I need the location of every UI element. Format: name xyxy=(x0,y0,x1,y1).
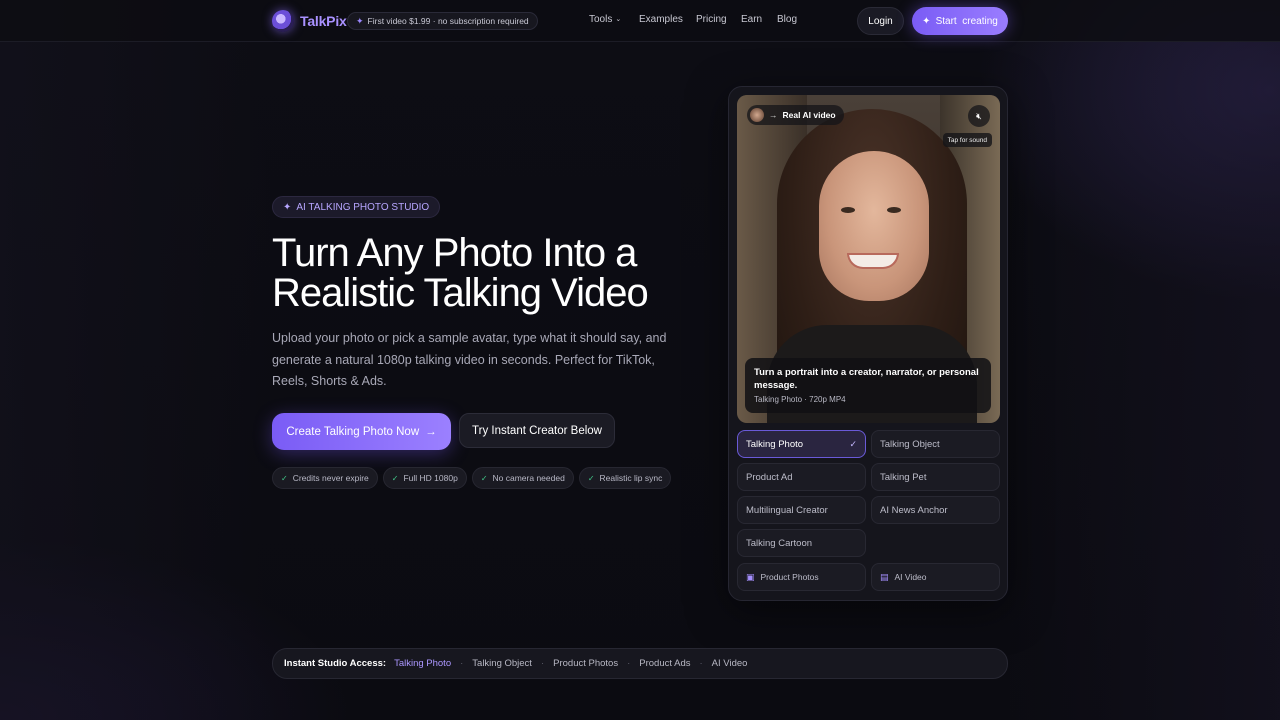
portrait-smile xyxy=(847,253,899,269)
video-tag: → Real AI video xyxy=(747,105,844,125)
portrait-eye xyxy=(841,207,855,213)
link-product-photos[interactable]: ▣ Product Photos xyxy=(737,563,866,591)
feature-label: No camera needed xyxy=(492,473,565,483)
avatar xyxy=(750,108,764,122)
video-caption-meta: Talking Photo · 720p MP4 xyxy=(754,395,846,404)
logo[interactable]: TalkPix xyxy=(272,10,347,32)
hero-title-line1: Turn Any Photo Into a xyxy=(272,231,637,275)
hero-subtitle: Upload your photo or pick a sample avata… xyxy=(272,331,667,388)
feature-chip: ✓ No camera needed xyxy=(471,467,574,489)
speaker-muted-icon: 🔇︎ xyxy=(976,110,982,121)
hero-badge-label: AI TALKING PHOTO STUDIO xyxy=(296,201,430,213)
access-link-talking-photo[interactable]: Talking Photo xyxy=(394,658,451,669)
option-multilingual-creator[interactable]: Multilingual Creator xyxy=(737,496,866,524)
try-instant-creator-button[interactable]: Try Instant Creator Below xyxy=(459,413,615,448)
feature-label: Credits never expire xyxy=(292,473,369,483)
start-creating-button[interactable]: ✦ Start creating xyxy=(912,7,1008,35)
access-link-talking-object[interactable]: Talking Object xyxy=(472,658,532,669)
logo-text: TalkPix xyxy=(300,13,347,29)
site-header: TalkPix ✦ First video $1.99 · no subscri… xyxy=(0,0,1280,42)
create-talking-photo-label: Create Talking Photo Now xyxy=(286,425,420,438)
access-bar-label: Instant Studio Access: xyxy=(284,658,387,669)
arrow-right-icon: → xyxy=(769,110,778,120)
sparkle-icon: ✦ xyxy=(356,15,364,26)
separator-dot: · xyxy=(627,658,631,669)
check-icon: ✓ xyxy=(587,473,595,483)
feature-chip: ✓ Credits never expire xyxy=(272,467,378,489)
nav-tools[interactable]: Tools ⌄ xyxy=(589,14,621,25)
feature-list: ✓ Credits never expire ✓ Full HD 1080p ✓ No… xyxy=(272,467,672,489)
nav-examples[interactable]: Examples xyxy=(639,14,683,25)
mute-toggle-button[interactable]: 🔇︎ xyxy=(968,105,990,127)
access-link-product-photos[interactable]: Product Photos xyxy=(553,658,618,669)
option-label: Talking Photo xyxy=(746,438,804,450)
link-ai-video[interactable]: ▤ AI Video xyxy=(871,563,1000,591)
video-clip-icon: ▤ xyxy=(880,571,889,582)
nav-pricing[interactable]: Pricing xyxy=(696,14,727,25)
check-icon: ✓ xyxy=(480,473,488,483)
separator-dot: · xyxy=(460,658,464,669)
image-gallery-icon: ▣ xyxy=(746,571,755,582)
portrait-face xyxy=(819,151,929,301)
hero-badge: ✦ AI TALKING PHOTO STUDIO xyxy=(272,196,441,218)
background-band-right xyxy=(1008,0,1280,720)
video-caption: Turn a portrait into a creator, narrator… xyxy=(745,358,991,413)
feature-label: Full HD 1080p xyxy=(403,473,458,483)
demo-video[interactable]: → Real AI video 🔇︎ Tap for sound Turn a … xyxy=(737,95,1000,423)
create-talking-photo-button[interactable]: Create Talking Photo Now → xyxy=(272,413,451,450)
login-button[interactable]: Login xyxy=(857,7,904,35)
logo-icon xyxy=(272,10,294,32)
nav-earn[interactable]: Earn xyxy=(741,14,762,25)
option-talking-cartoon[interactable]: Talking Cartoon xyxy=(737,529,866,557)
video-caption-title: Turn a portrait into a creator, narrator… xyxy=(754,367,979,391)
option-ai-news-anchor[interactable]: AI News Anchor xyxy=(871,496,1000,524)
sparkle-icon: ✦ xyxy=(922,15,931,27)
video-tag-label: Real AI video xyxy=(782,110,836,120)
sparkle-icon: ✦ xyxy=(283,201,292,213)
hero-title: Turn Any Photo Into a Realistic Talking … xyxy=(272,233,712,313)
tap-for-sound-hint: Tap for sound xyxy=(942,133,992,147)
feature-label: Realistic lip sync xyxy=(599,473,663,483)
feature-chip: ✓ Full HD 1080p xyxy=(382,467,467,489)
separator-dot: · xyxy=(699,658,703,669)
promo-pill: ✦ First video $1.99 · no subscription re… xyxy=(347,12,538,30)
link-label: AI Video xyxy=(894,572,927,582)
creator-card: → Real AI video 🔇︎ Tap for sound Turn a … xyxy=(728,86,1008,601)
instant-studio-access-bar: Instant Studio Access: Talking Photo · T… xyxy=(272,648,1008,679)
arrow-right-icon: → xyxy=(425,425,437,438)
check-icon: ✓ xyxy=(391,473,399,483)
option-talking-pet[interactable]: Talking Pet xyxy=(871,463,1000,491)
nav-tools-label: Tools xyxy=(589,14,613,25)
chevron-down-icon: ⌄ xyxy=(615,16,622,23)
check-icon: ✓ xyxy=(281,473,288,483)
start-creating-label: Start creating xyxy=(935,15,998,27)
access-link-product-ads[interactable]: Product Ads xyxy=(639,658,690,669)
hero-title-line2: Realistic Talking Video xyxy=(272,271,649,315)
link-label: Product Photos xyxy=(760,572,819,582)
option-product-ad[interactable]: Product Ad xyxy=(737,463,866,491)
check-icon: ✓ xyxy=(849,438,857,449)
option-talking-object[interactable]: Talking Object xyxy=(871,430,1000,458)
promo-text: First video $1.99 · no subscription requ… xyxy=(367,16,529,26)
separator-dot: · xyxy=(540,658,545,669)
feature-chip: ✓ Realistic lip sync xyxy=(578,467,672,489)
portrait-eye xyxy=(887,207,901,213)
background-band-left xyxy=(0,0,272,720)
option-talking-photo[interactable]: Talking Photo ✓ xyxy=(737,430,866,458)
nav-blog[interactable]: Blog xyxy=(777,14,797,25)
access-link-ai-video[interactable]: AI Video xyxy=(712,658,748,669)
